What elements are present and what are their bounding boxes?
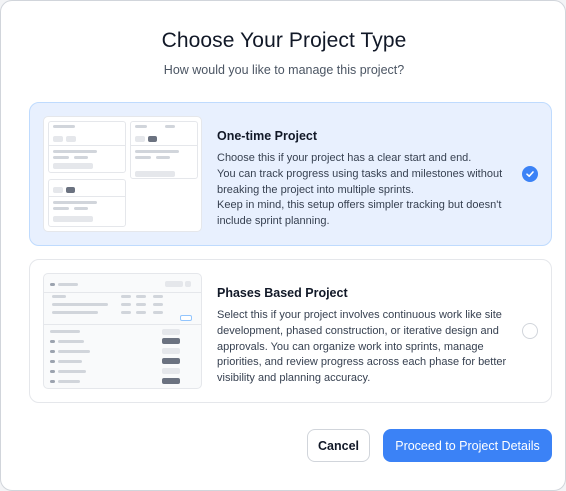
option-selected-radio[interactable]: [522, 166, 538, 182]
project-type-dialog: Choose Your Project Type How would you l…: [0, 0, 566, 491]
option-card-one-time[interactable]: One-time Project Choose this if your pro…: [29, 102, 552, 246]
proceed-button[interactable]: Proceed to Project Details: [383, 429, 552, 462]
cancel-button[interactable]: Cancel: [307, 429, 370, 462]
option-description: Choose this if your project has a clear …: [217, 152, 503, 228]
option-card-phases[interactable]: Phases Based Project Select this if your…: [29, 259, 552, 403]
option-title: One-time Project: [217, 129, 318, 143]
option-description: Select this if your project involves con…: [217, 309, 507, 385]
option-unselected-radio[interactable]: [522, 323, 538, 339]
one-time-project-preview-image: [43, 116, 202, 232]
dialog-subtitle: How would you like to manage this projec…: [163, 63, 405, 77]
check-icon: [526, 171, 534, 177]
dialog-title: Choose Your Project Type: [161, 29, 407, 52]
option-title: Phases Based Project: [217, 286, 348, 300]
phases-project-preview-image: [43, 273, 202, 389]
